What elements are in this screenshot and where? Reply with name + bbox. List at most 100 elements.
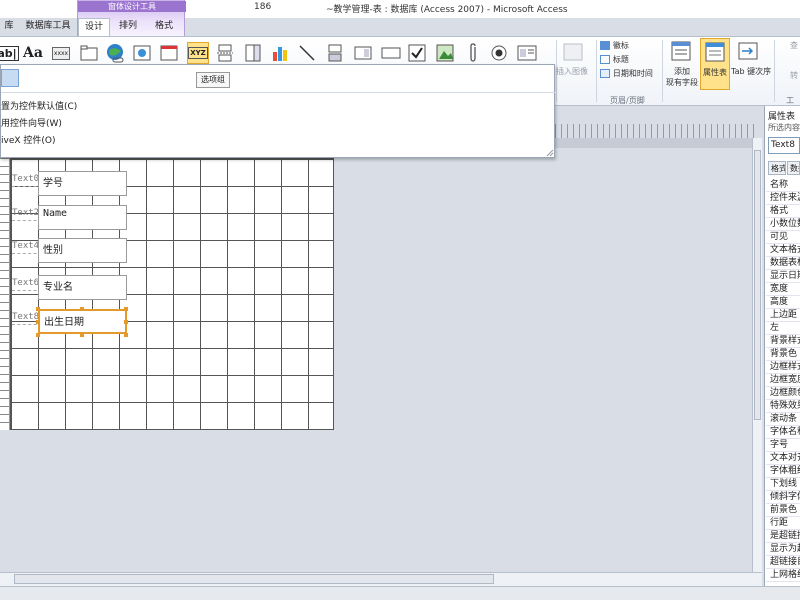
tab-arrange[interactable]: 排列 xyxy=(112,18,144,36)
property-row[interactable]: 可见 xyxy=(766,231,800,244)
property-row[interactable]: 名称 xyxy=(766,179,800,192)
button-control-button[interactable]: xxxx xyxy=(50,42,72,64)
status-bar xyxy=(0,586,800,600)
property-row[interactable]: 边框宽度 xyxy=(766,374,800,387)
hyperlink-control-button[interactable] xyxy=(104,42,126,64)
resize-handle[interactable] xyxy=(124,320,128,324)
web-browser-icon xyxy=(133,45,151,61)
resize-handle[interactable] xyxy=(36,307,40,311)
property-row[interactable]: 字体名称 xyxy=(766,426,800,439)
field-box-text2[interactable]: Name xyxy=(38,205,127,230)
property-row[interactable]: 文本格式 xyxy=(766,244,800,257)
property-row[interactable]: 左 xyxy=(766,322,800,335)
attachment-control-button[interactable] xyxy=(462,42,484,64)
property-row[interactable]: 超链接目标 xyxy=(766,556,800,569)
page-break-control-button[interactable] xyxy=(214,42,236,64)
property-row[interactable]: 是超链接 xyxy=(766,530,800,543)
navigation-control-button[interactable] xyxy=(158,42,180,64)
horizontal-scroll-thumb[interactable] xyxy=(14,574,494,584)
add-existing-fields-button[interactable]: 添加 现有字段 xyxy=(666,40,698,90)
property-sheet-label: 属性表 xyxy=(703,68,727,77)
field-box-text0[interactable]: 学号 xyxy=(38,171,127,196)
property-row[interactable]: 宽度 xyxy=(766,283,800,296)
option-button-control-button[interactable] xyxy=(488,42,510,64)
title-button[interactable]: 标题 xyxy=(600,54,629,65)
property-row[interactable]: 滚动条 xyxy=(766,413,800,426)
property-row[interactable]: 背景样式 xyxy=(766,335,800,348)
image-control-button[interactable] xyxy=(1,69,19,87)
property-row[interactable]: 字号 xyxy=(766,439,800,452)
insert-image-button[interactable] xyxy=(562,42,588,64)
resize-handle[interactable] xyxy=(124,307,128,311)
tab-format[interactable]: 格式 xyxy=(146,18,182,36)
tab-control-button[interactable] xyxy=(78,42,100,64)
rectangle-control-button[interactable] xyxy=(380,42,402,64)
title-fragment: 186 xyxy=(254,2,272,12)
field-box-text8-selected[interactable]: 出生日期 xyxy=(38,309,127,334)
line-control-button[interactable] xyxy=(296,42,318,64)
property-row[interactable]: 显示日期 xyxy=(766,270,800,283)
tools-fragment-text-2: 转 xyxy=(790,71,798,80)
resize-grip-icon[interactable] xyxy=(546,149,554,157)
textbox-control-button[interactable]: ab| xyxy=(0,42,19,64)
resize-handle[interactable] xyxy=(80,333,84,337)
combo-box-control-button[interactable] xyxy=(242,42,264,64)
property-row[interactable]: 下划线 xyxy=(766,478,800,491)
property-row[interactable]: 边框颜色 xyxy=(766,387,800,400)
resize-handle[interactable] xyxy=(124,333,128,337)
property-row[interactable]: 控件来源 xyxy=(766,192,800,205)
selection-type-label: 所选内容 xyxy=(768,123,800,132)
property-row[interactable]: 上网格线 xyxy=(766,569,800,582)
web-browser-control-button[interactable] xyxy=(131,42,153,64)
property-sheet-button[interactable]: 属性表 xyxy=(700,38,730,90)
menu-item-activex[interactable]: iveX 控件(O) xyxy=(1,133,56,146)
property-row[interactable]: 特殊效果 xyxy=(766,400,800,413)
tab-design[interactable]: 设计 xyxy=(78,18,110,36)
option-group-control-button[interactable]: XYZ xyxy=(187,42,209,64)
property-row[interactable]: 倾斜字体 xyxy=(766,491,800,504)
property-row[interactable]: 边框样式 xyxy=(766,361,800,374)
resize-handle[interactable] xyxy=(80,307,84,311)
tab-database[interactable]: 库 xyxy=(0,18,18,36)
label-control-button[interactable]: Aa xyxy=(22,42,44,64)
date-time-button[interactable]: 日期和时间 xyxy=(600,68,653,79)
tooltip: 选项组 xyxy=(196,72,230,88)
option-button-icon xyxy=(491,45,507,61)
checkbox-control-button[interactable] xyxy=(406,42,428,64)
property-row[interactable]: 背景色 xyxy=(766,348,800,361)
property-row[interactable]: 数据表标题 xyxy=(766,257,800,270)
unbound-object-control-button[interactable] xyxy=(434,42,456,64)
ribbon-separator xyxy=(596,40,597,102)
menu-item-set-default[interactable]: 置为控件默认值(C) xyxy=(1,99,77,112)
field-box-text6[interactable]: 专业名 xyxy=(38,275,127,300)
resize-handle[interactable] xyxy=(36,333,40,337)
vertical-scroll-thumb[interactable] xyxy=(754,150,761,420)
controls-dropdown-panel: 置为控件默认值(C) 用控件向导(W) iveX 控件(O) xyxy=(0,64,556,158)
property-row[interactable]: 字体粗细 xyxy=(766,465,800,478)
tools-fragment-text-1: 查 xyxy=(790,41,798,50)
property-row[interactable]: 前景色 xyxy=(766,504,800,517)
property-row[interactable]: 行距 xyxy=(766,517,800,530)
list-box-control-button[interactable] xyxy=(352,42,374,64)
property-row[interactable]: 文本对齐 xyxy=(766,452,800,465)
property-row[interactable]: 上边距 xyxy=(766,309,800,322)
property-row[interactable]: 高度 xyxy=(766,296,800,309)
menu-item-control-wizard[interactable]: 用控件向导(W) xyxy=(1,116,62,129)
resize-handle[interactable] xyxy=(36,320,40,324)
logo-button[interactable]: 徽标 xyxy=(600,40,629,51)
tab-database-tools[interactable]: 数据库工具 xyxy=(18,18,78,36)
tools-fragment[interactable]: 转 xyxy=(780,70,798,81)
field-box-text4[interactable]: 性别 xyxy=(38,238,127,263)
chart-control-button[interactable] xyxy=(270,42,292,64)
selected-control-dropdown[interactable]: Text8 xyxy=(768,137,800,154)
tools-fragment[interactable]: 查 xyxy=(780,40,798,51)
property-row[interactable]: 显示为超 xyxy=(766,543,800,556)
tab-format-properties[interactable]: 格式 xyxy=(768,161,786,175)
property-row[interactable]: 小数位数 xyxy=(766,218,800,231)
property-row[interactable]: 格式 xyxy=(766,205,800,218)
tab-order-button[interactable]: Tab 键次序 xyxy=(731,40,771,90)
tab-data-properties[interactable]: 数据 xyxy=(787,161,800,175)
toggle-button-control-button[interactable] xyxy=(324,42,346,64)
subform-control-button[interactable] xyxy=(516,42,538,64)
horizontal-ruler xyxy=(555,124,755,138)
